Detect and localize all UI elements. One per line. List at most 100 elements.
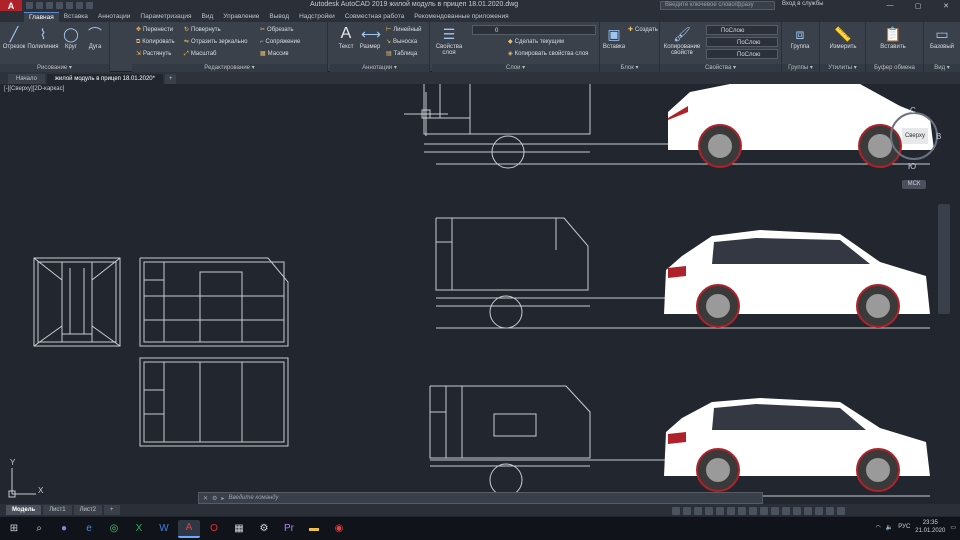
windows-icon[interactable]: ⊞ (3, 520, 25, 538)
tab-drawing[interactable]: жилой модуль в прицеп 18.01.2020* (46, 74, 163, 84)
tab-insert[interactable]: Вставка (59, 12, 93, 22)
command-input[interactable]: Введите команду (228, 495, 278, 501)
close-icon[interactable]: ✕ (203, 495, 208, 502)
tab-parametric[interactable]: Параметризация (135, 12, 196, 22)
excel-icon[interactable]: X (128, 520, 150, 538)
maximize-button[interactable]: ▢ (904, 0, 932, 11)
panel-properties-title[interactable]: Свойства ▾ (660, 64, 781, 72)
settings-icon[interactable]: ⚙ (253, 520, 275, 538)
snap-icon[interactable] (683, 506, 691, 515)
open-file-icon[interactable] (36, 2, 43, 9)
customize-icon[interactable] (837, 506, 845, 515)
undo-icon[interactable] (76, 2, 83, 9)
stretch-tool[interactable]: ⇲ Растянуть (136, 49, 171, 59)
add-layout-button[interactable]: + (103, 505, 120, 515)
copy-tool[interactable]: ⧉ Копировать (136, 37, 175, 47)
save-as-icon[interactable] (56, 2, 63, 9)
panel-modify-title[interactable]: Редактирование ▾ (132, 64, 327, 72)
rotate-tool[interactable]: ↻ Повернуть (184, 25, 221, 35)
panel-block-title[interactable]: Блок ▾ (600, 64, 659, 72)
polar-icon[interactable] (705, 506, 713, 515)
tab-collaborate[interactable]: Совместная работа (340, 12, 409, 22)
base-view-tool[interactable]: ▭ Базовый (926, 25, 958, 50)
viewcube-south[interactable]: Ю (908, 162, 916, 171)
panel-layers-title[interactable]: Слои ▾ (432, 64, 599, 72)
viewcube-east[interactable]: В (936, 132, 941, 141)
panel-draw-title[interactable]: Рисование ▾ (0, 64, 109, 72)
tab-view[interactable]: Вид (197, 12, 219, 22)
make-current-tool[interactable]: ◆ Сделать текущим (508, 37, 564, 47)
clean-screen-icon[interactable] (826, 506, 834, 515)
osnap-icon[interactable] (716, 506, 724, 515)
redo-icon[interactable] (86, 2, 93, 9)
color-combo[interactable]: ПоСлою (706, 25, 778, 35)
workspace-icon[interactable] (782, 506, 790, 515)
circle-tool[interactable]: ◯ Круг (60, 25, 82, 50)
measure-tool[interactable]: 📏 Измерить (826, 25, 860, 50)
isolate-icon[interactable] (804, 506, 812, 515)
scale-tool[interactable]: ⤢ Масштаб (184, 49, 216, 59)
volume-icon[interactable]: 🔈 (886, 524, 893, 531)
tab-addins[interactable]: Надстройки (294, 12, 340, 22)
viewcube[interactable]: С Сверху В Ю МСК (882, 100, 942, 190)
fillet-tool[interactable]: ⌐ Сопряжение (260, 37, 300, 47)
panel-annotation-title[interactable]: Аннотации ▾ (330, 64, 429, 72)
lineweight-icon[interactable] (738, 506, 746, 515)
mirror-tool[interactable]: ⇋ Отразить зеркально (184, 37, 247, 47)
leader-tool[interactable]: ↘ Выноска (386, 37, 417, 47)
match-properties-tool[interactable]: 🖌 Копирование свойств (662, 25, 702, 56)
cortana-icon[interactable]: ● (53, 520, 75, 538)
close-button[interactable]: ✕ (932, 0, 960, 11)
edge-icon[interactable]: e (78, 520, 100, 538)
table-tool[interactable]: ▤ Таблица (386, 49, 417, 59)
tab-output[interactable]: Вывод (264, 12, 294, 22)
new-tab-button[interactable]: + (164, 74, 177, 84)
panel-groups-title[interactable]: Группы ▾ (782, 64, 819, 72)
drawing-canvas[interactable]: [-][Сверху][2D-каркас] Y X С Сверху В Ю … (0, 84, 960, 504)
autocad-logo[interactable]: A (0, 0, 22, 11)
hardware-accel-icon[interactable] (815, 506, 823, 515)
tab-annotate[interactable]: Аннотации (93, 12, 136, 22)
array-tool[interactable]: ▦ Массив (260, 49, 289, 59)
search-icon[interactable]: ⌕ (28, 520, 50, 538)
move-tool[interactable]: ✥ Перенести (136, 25, 173, 35)
insert-block-tool[interactable]: ▣ Вставка (600, 25, 628, 50)
navigation-bar[interactable] (938, 204, 950, 314)
linear-dim-tool[interactable]: ⊢ Линейный (386, 25, 422, 35)
explorer-icon[interactable]: ▬ (303, 520, 325, 538)
layer-combo[interactable]: 0 (472, 25, 596, 35)
calculator-icon[interactable]: ▦ (228, 520, 250, 538)
language-indicator[interactable]: РУС (898, 524, 910, 530)
transparency-icon[interactable] (749, 506, 757, 515)
otrack-icon[interactable] (727, 506, 735, 515)
tab-start[interactable]: Начало (8, 74, 45, 84)
minimize-button[interactable]: — (876, 0, 904, 11)
premiere-icon[interactable]: Pr (278, 520, 300, 538)
print-icon[interactable] (66, 2, 73, 9)
notifications-icon[interactable]: ▭ (950, 524, 956, 531)
lineweight-combo[interactable]: ПоСлою (706, 49, 778, 59)
polyline-tool[interactable]: ⌇ Полилиния (27, 25, 59, 50)
opera-icon[interactable]: O (203, 520, 225, 538)
tab-manage[interactable]: Управление (218, 12, 264, 22)
autocad-icon[interactable]: A (178, 519, 200, 538)
viewcube-north[interactable]: С (910, 106, 916, 115)
panel-clipboard-title[interactable]: Буфер обмена (866, 64, 923, 72)
annotation-scale-icon[interactable] (771, 506, 779, 515)
trim-tool[interactable]: ✂ Обрезать (260, 25, 294, 35)
search-input[interactable]: Введите ключевое слово/фразу (660, 1, 775, 10)
clock[interactable]: 23:35 21.01.2020 (915, 519, 945, 535)
create-block-tool[interactable]: ✚ Создать (628, 25, 658, 35)
new-file-icon[interactable] (26, 2, 33, 9)
word-icon[interactable]: W (153, 520, 175, 538)
viewcube-face[interactable]: Сверху (902, 128, 928, 144)
ortho-icon[interactable] (694, 506, 702, 515)
wrench-icon[interactable]: ⚙ (212, 495, 217, 502)
network-icon[interactable]: ◠ (876, 524, 881, 531)
group-tool[interactable]: ⧈ Группа (786, 25, 814, 50)
dimension-tool[interactable]: ⟷ Размер (356, 25, 384, 50)
layer-properties-tool[interactable]: ☰ Свойства слоя (434, 25, 464, 56)
panel-view-title[interactable]: Вид ▾ (924, 64, 960, 72)
selection-cycle-icon[interactable] (760, 506, 768, 515)
panel-utilities-title[interactable]: Утилиты ▾ (820, 64, 865, 72)
